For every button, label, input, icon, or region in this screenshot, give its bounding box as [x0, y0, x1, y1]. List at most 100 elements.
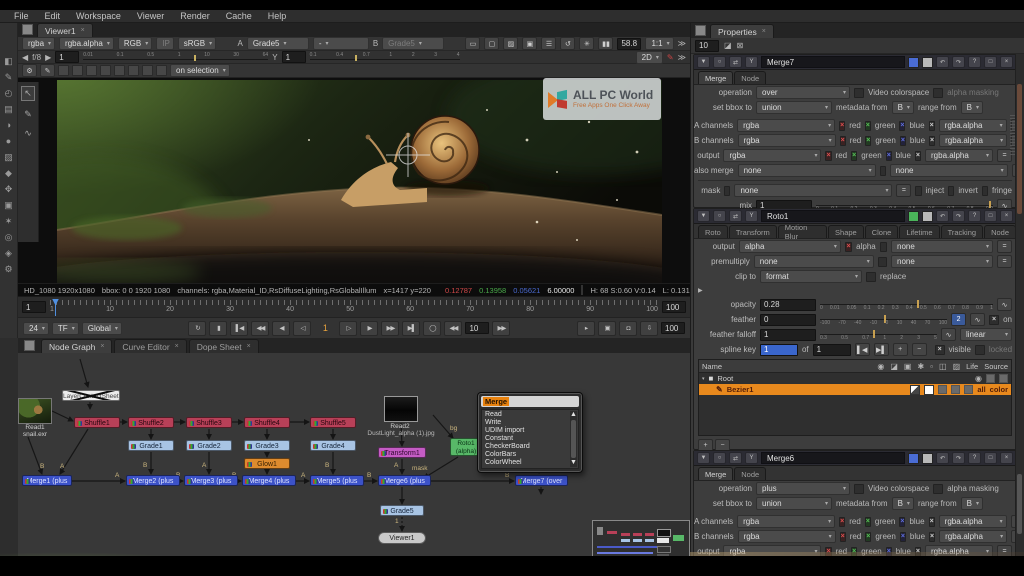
bbox-dropdown[interactable]: union▾	[756, 497, 832, 510]
toolbar-icon[interactable]: ✥	[5, 185, 13, 194]
float-panel-icon[interactable]: □	[984, 210, 997, 222]
float-panel-icon[interactable]: □	[984, 452, 997, 464]
lock-panels-icon[interactable]: ◪	[724, 41, 732, 50]
scroll-down-icon[interactable]: ▼	[570, 459, 577, 467]
feather-slider[interactable]: -100-70-40-100104070100	[820, 314, 947, 325]
tool-chip-2[interactable]	[72, 65, 83, 76]
redo-icon[interactable]: ↷	[952, 56, 965, 68]
center-node-icon[interactable]: ○	[713, 56, 726, 68]
toolbar-icon[interactable]: ✶	[5, 217, 13, 226]
alpha-checkbox[interactable]: ×	[929, 136, 935, 146]
goto-end-button[interactable]: ▶▌	[402, 321, 420, 336]
node-color-chip[interactable]	[908, 211, 919, 222]
visible-checkbox[interactable]: ×	[935, 345, 945, 355]
clear-panels-icon[interactable]: ⊠	[737, 41, 744, 50]
toolbar-icon[interactable]: ✎	[5, 73, 13, 82]
close-tab-icon[interactable]	[762, 28, 766, 35]
node-read2-thumbnail[interactable]	[384, 396, 418, 422]
fps-dropdown[interactable]: 24▾	[23, 322, 49, 335]
also-merge-dropdown[interactable]: none▾	[738, 164, 876, 177]
display-channels-dropdown[interactable]: RGB▾	[118, 37, 152, 50]
timeline-mode-dropdown[interactable]: TF▾	[52, 322, 79, 335]
alpha-checkbox[interactable]: ×	[915, 151, 921, 161]
blue-checkbox[interactable]: ×	[900, 136, 906, 146]
pause-icon[interactable]: ▮▮	[598, 37, 613, 50]
invert-checkbox[interactable]: ×	[948, 186, 954, 196]
spline-key-total-field[interactable]: 1	[813, 344, 851, 356]
toolbar-icon[interactable]: ▣	[4, 201, 13, 210]
source-value[interactable]: color	[990, 385, 1008, 394]
toolbar-icon[interactable]: ◑	[6, 121, 11, 130]
view-mode-dropdown[interactable]: 2D▾	[636, 51, 663, 64]
blue-checkbox[interactable]: ×	[899, 121, 905, 131]
tool-chip-6[interactable]	[128, 65, 139, 76]
node-grade2[interactable]: Grade2	[186, 440, 232, 451]
channel-set-dropdown[interactable]: rgba▾	[738, 134, 836, 147]
gamma-slider-handle[interactable]	[355, 55, 357, 61]
node-search-input[interactable]: Merge	[481, 396, 579, 407]
range-end-field[interactable]: 100	[662, 301, 686, 313]
roto-tab[interactable]: Transform	[729, 225, 777, 238]
alpha-masking-checkbox[interactable]: ×	[933, 484, 943, 494]
alpha-channel-dropdown[interactable]: rgba.alpha▾	[925, 149, 993, 162]
collapse-row-icon[interactable]: ≫	[678, 53, 686, 62]
alpha-checkbox[interactable]: ×	[929, 517, 935, 527]
pane-menu-icon[interactable]	[24, 340, 35, 351]
render-icon[interactable]: ⇩	[640, 321, 658, 336]
alpha-checkbox[interactable]: ×	[929, 121, 935, 131]
viewer-canvas[interactable]: ↖ ✎ ∿	[18, 78, 690, 283]
also-merge-checkbox[interactable]: ×	[880, 166, 886, 176]
popup-scrollbar[interactable]: ▲▼	[570, 411, 577, 467]
refresh-icon[interactable]: ↺	[560, 37, 575, 50]
max-panels-field[interactable]: 10	[695, 40, 719, 52]
tab-merge[interactable]: Merge	[698, 467, 733, 480]
toolbar-icon[interactable]: ▤	[4, 105, 13, 114]
toolbar-icon[interactable]: ●	[6, 137, 11, 146]
settings-gear-icon[interactable]: ⚙	[22, 64, 37, 77]
alpha-masking-checkbox[interactable]: ×	[933, 88, 943, 98]
fullscreen-icon[interactable]: ▣	[598, 321, 616, 336]
inject-checkbox[interactable]: ×	[915, 186, 921, 196]
expander-icon[interactable]: ▶	[694, 287, 703, 294]
curve-icon[interactable]: ∿	[941, 328, 956, 341]
roto-tab[interactable]: Shape	[828, 225, 864, 238]
alpha-channel-dropdown[interactable]: rgba.alpha▾	[939, 119, 1007, 132]
pane-menu-icon[interactable]	[695, 25, 706, 36]
input-process-toggle[interactable]: IP	[156, 37, 174, 50]
swap-icon[interactable]: ⇄	[729, 452, 742, 464]
current-frame[interactable]: 1	[314, 323, 336, 333]
feather-type-button[interactable]: 2	[951, 313, 966, 326]
alpha-channel-dropdown[interactable]: rgba.alpha▾	[939, 530, 1007, 543]
operation-dropdown[interactable]: over▾	[756, 86, 850, 99]
node-merge7[interactable]: Merge7 (over	[515, 475, 568, 486]
tab-node[interactable]: Node	[734, 467, 766, 480]
menu-workspace[interactable]: Workspace	[76, 11, 121, 21]
mask-dropdown[interactable]: none▾	[734, 184, 892, 197]
curve-icon[interactable]: ∿	[997, 298, 1012, 311]
undo-icon[interactable]: ↶	[936, 210, 949, 222]
node-grade5[interactable]: Grade5	[380, 505, 424, 516]
undo-icon[interactable]: ↶	[936, 452, 949, 464]
feather-falloff-field[interactable]: 1	[760, 329, 816, 341]
node-merge3[interactable]: Merge3 (plus	[184, 475, 238, 486]
equals-button[interactable]: =	[896, 184, 911, 197]
gain-field[interactable]: 1	[55, 51, 79, 63]
float-panel-icon[interactable]: □	[984, 56, 997, 68]
next-keyframe-button[interactable]: ▶▶	[381, 321, 399, 336]
redo-icon[interactable]: ↷	[952, 452, 965, 464]
tab-dope-sheet[interactable]: Dope Sheet	[189, 339, 259, 353]
range-dropdown[interactable]: B▾	[961, 101, 983, 114]
prev-keyframe-button[interactable]: ◀◀	[251, 321, 269, 336]
range-start-field[interactable]: 1	[22, 301, 46, 313]
flipbook-icon[interactable]: ▸	[577, 321, 595, 336]
help-icon[interactable]: ?	[968, 210, 981, 222]
node-grade1[interactable]: Grade1	[128, 440, 174, 451]
node-read1-thumbnail[interactable]	[18, 398, 52, 424]
guides-icon[interactable]: ☰	[541, 37, 556, 50]
fringe-checkbox[interactable]: ×	[982, 186, 988, 196]
collapse-panel-icon[interactable]: ▼	[697, 210, 710, 222]
gl-color-chip[interactable]	[922, 57, 933, 68]
channel-set-dropdown[interactable]: rgba▾	[738, 530, 836, 543]
menu-item-checkerboard[interactable]: CheckerBoard	[485, 443, 568, 451]
falloff-slider[interactable]: 0.30.50.71235	[820, 329, 937, 340]
